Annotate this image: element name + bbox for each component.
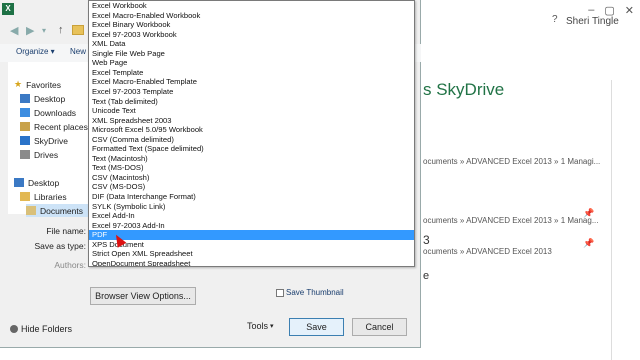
organize-button[interactable]: Organize ▾ bbox=[16, 47, 55, 56]
nav-desktop-root[interactable]: Desktop bbox=[14, 176, 59, 189]
recent-locations-icon[interactable]: ▾ bbox=[42, 26, 46, 35]
drive-icon bbox=[20, 150, 30, 159]
file-type-option[interactable]: OpenDocument Spreadsheet bbox=[89, 259, 414, 266]
nav-label: Recent places bbox=[34, 121, 88, 132]
tools-menu[interactable]: Tools ▾ bbox=[247, 321, 274, 331]
file-type-option[interactable]: PDF bbox=[89, 230, 414, 240]
file-type-option[interactable]: Unicode Text bbox=[89, 106, 414, 116]
nav-drives[interactable]: Drives bbox=[20, 148, 58, 161]
save-as-type-label: Save as type: bbox=[34, 241, 86, 251]
window-controls: – ▢ ✕ bbox=[588, 4, 634, 17]
back-icon[interactable]: ◀ bbox=[10, 24, 18, 37]
documents-icon bbox=[26, 206, 36, 215]
file-type-option[interactable]: Text (Tab delimited) bbox=[89, 97, 414, 107]
skydrive-icon bbox=[20, 136, 30, 145]
divider bbox=[611, 80, 612, 360]
hide-folders-toggle[interactable]: Hide Folders bbox=[10, 324, 72, 334]
file-type-option[interactable]: Microsoft Excel 5.0/95 Workbook bbox=[89, 125, 414, 135]
file-type-option[interactable]: Excel Binary Workbook bbox=[89, 20, 414, 30]
save-as-type-dropdown[interactable]: Excel Workbook Excel Macro-Enabled Workbo… bbox=[88, 0, 415, 267]
nav-favorites[interactable]: ★ Favorites bbox=[14, 78, 61, 91]
file-type-option[interactable]: Web Page bbox=[89, 58, 414, 68]
navigation-pane: ★ Favorites Desktop Downloads Recent pla… bbox=[8, 62, 89, 217]
recent-places-icon bbox=[20, 122, 30, 131]
file-type-option[interactable]: CSV (Comma delimited) bbox=[89, 135, 414, 145]
downloads-icon bbox=[20, 108, 30, 117]
file-type-option[interactable]: Strict Open XML Spreadsheet bbox=[89, 249, 414, 259]
backstage-letter: e bbox=[423, 270, 430, 282]
file-type-option[interactable]: DIF (Data Interchange Format) bbox=[89, 192, 414, 202]
save-thumbnail-label: Save Thumbnail bbox=[286, 288, 344, 297]
close-icon[interactable]: ✕ bbox=[625, 4, 634, 17]
nav-downloads[interactable]: Downloads bbox=[20, 106, 76, 119]
recent-folder-number: 3 bbox=[423, 233, 430, 247]
save-button[interactable]: Save bbox=[289, 318, 344, 336]
nav-label: Drives bbox=[34, 149, 59, 160]
nav-desktop[interactable]: Desktop bbox=[20, 92, 65, 105]
nav-documents[interactable]: Documents bbox=[26, 204, 89, 217]
recent-folder-path[interactable]: ocuments » ADVANCED Excel 2013 » 1 Manag… bbox=[423, 157, 600, 166]
file-type-option[interactable]: Excel Macro-Enabled Template bbox=[89, 77, 414, 87]
file-type-option[interactable]: CSV (Macintosh) bbox=[89, 173, 414, 183]
nav-label: Favorites bbox=[26, 79, 62, 90]
cancel-button[interactable]: Cancel bbox=[352, 318, 407, 336]
file-type-option[interactable]: XPS Document bbox=[89, 240, 414, 250]
libraries-icon bbox=[20, 192, 30, 201]
recent-folder-path[interactable]: ocuments » ADVANCED Excel 2013 » 1 Manag… bbox=[423, 216, 599, 225]
tools-label: Tools bbox=[247, 321, 269, 331]
forward-icon[interactable]: ▶ bbox=[26, 24, 34, 37]
file-type-option[interactable]: Excel Workbook bbox=[89, 1, 414, 11]
backstage-title: s SkyDrive bbox=[423, 80, 505, 99]
pin-icon[interactable]: 📌 bbox=[583, 238, 594, 249]
file-type-option[interactable]: Excel Template bbox=[89, 68, 414, 78]
nav-label: Libraries bbox=[34, 191, 67, 202]
nav-label: Desktop bbox=[28, 177, 60, 188]
folder-icon bbox=[72, 25, 84, 35]
file-type-option[interactable]: Excel 97-2003 Template bbox=[89, 87, 414, 97]
hide-folders-label: Hide Folders bbox=[21, 324, 73, 334]
user-name[interactable]: Sheri Tingle bbox=[566, 16, 619, 27]
maximize-icon[interactable]: ▢ bbox=[604, 4, 614, 17]
nav-skydrive[interactable]: SkyDrive bbox=[20, 134, 68, 147]
file-type-option[interactable]: XML Spreadsheet 2003 bbox=[89, 116, 414, 126]
excel-icon: X bbox=[2, 3, 14, 15]
desktop-icon bbox=[14, 178, 24, 187]
nav-label: SkyDrive bbox=[34, 135, 69, 146]
file-name-label: File name: bbox=[46, 226, 86, 236]
nav-libraries[interactable]: Libraries bbox=[20, 190, 67, 203]
nav-label: Downloads bbox=[34, 107, 77, 118]
file-type-option[interactable]: Formatted Text (Space delimited) bbox=[89, 144, 414, 154]
collapse-icon bbox=[10, 325, 18, 333]
file-type-option[interactable]: Text (Macintosh) bbox=[89, 154, 414, 164]
file-type-option[interactable]: Text (MS-DOS) bbox=[89, 163, 414, 173]
file-type-option[interactable]: Excel 97-2003 Add-In bbox=[89, 221, 414, 231]
pin-icon[interactable]: 📌 bbox=[583, 208, 594, 219]
file-type-option[interactable]: SYLK (Symbolic Link) bbox=[89, 202, 414, 212]
recent-folder-path[interactable]: ocuments » ADVANCED Excel 2013 bbox=[423, 247, 552, 256]
desktop-icon bbox=[20, 94, 30, 103]
file-type-option[interactable]: Excel 97-2003 Workbook bbox=[89, 30, 414, 40]
file-type-option[interactable]: XML Data bbox=[89, 39, 414, 49]
file-type-option[interactable]: Single File Web Page bbox=[89, 49, 414, 59]
authors-label: Authors: bbox=[54, 260, 86, 270]
file-type-option[interactable]: CSV (MS-DOS) bbox=[89, 182, 414, 192]
nav-label: Desktop bbox=[34, 93, 66, 104]
browser-view-options-button[interactable]: Browser View Options... bbox=[90, 287, 196, 305]
chevron-down-icon: ▾ bbox=[270, 323, 274, 330]
save-thumbnail-checkbox[interactable] bbox=[276, 289, 284, 297]
file-type-option[interactable]: Excel Add-In bbox=[89, 211, 414, 221]
nav-label: Documents bbox=[40, 205, 83, 216]
file-type-option[interactable]: Excel Macro-Enabled Workbook bbox=[89, 11, 414, 21]
help-icon[interactable]: ? bbox=[552, 14, 558, 25]
up-folder-icon[interactable]: ↑ bbox=[58, 24, 64, 36]
star-icon: ★ bbox=[14, 79, 23, 89]
minimize-icon[interactable]: – bbox=[588, 4, 594, 17]
nav-recent-places[interactable]: Recent places bbox=[20, 120, 88, 133]
